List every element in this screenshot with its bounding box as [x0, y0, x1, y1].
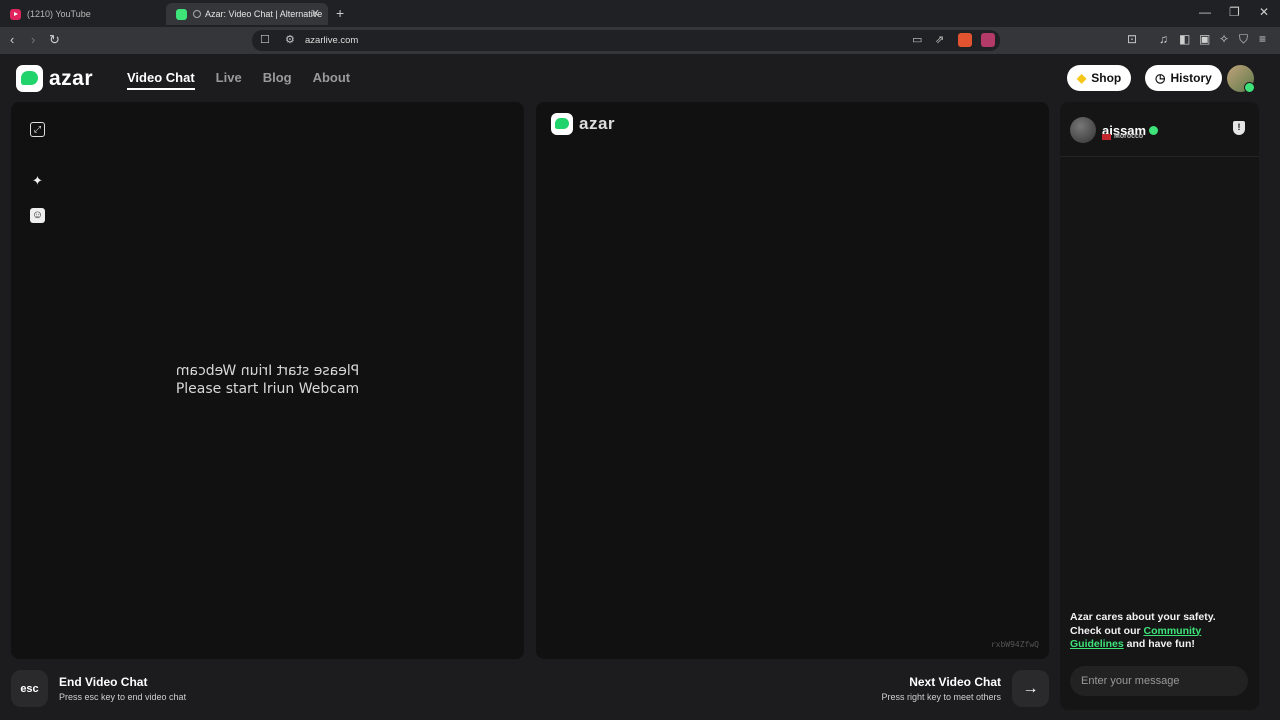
- end-chat-control[interactable]: esc End Video Chat Press esc key to end …: [11, 670, 186, 707]
- next-chat-hint: Press right key to meet others: [881, 692, 1001, 702]
- peer-avatar: [1070, 117, 1096, 143]
- expand-icon[interactable]: ⤢: [30, 122, 45, 137]
- end-chat-title: End Video Chat: [59, 675, 148, 689]
- tab-title: Azar: Video Chat | Alternative: [205, 9, 323, 19]
- effects-sparkle-icon[interactable]: ✦: [30, 173, 45, 188]
- gem-icon: ◆: [1077, 71, 1087, 85]
- peer-country-text: Morocco: [1114, 133, 1144, 140]
- rewards-icon[interactable]: [981, 33, 995, 47]
- peer-video-panel: azar rxbW94ZfwQ: [536, 102, 1049, 659]
- nav-live[interactable]: Live: [216, 70, 242, 85]
- url-text: azarlive.com: [305, 35, 359, 46]
- close-window-icon[interactable]: ✕: [1259, 5, 1269, 19]
- verified-badge-icon: [1149, 125, 1159, 135]
- chat-panel: aissam Morocco ! Azar cares about your s…: [1060, 102, 1259, 710]
- report-shield-icon[interactable]: !: [1233, 121, 1245, 135]
- browser-tabbar: (1210) YouTube Azar: Video Chat | Altern…: [0, 0, 1280, 27]
- youtube-favicon-icon: [10, 8, 21, 20]
- next-chat-control[interactable]: Next Video Chat Press right key to meet …: [860, 670, 1049, 707]
- webcam-message-text: Please start Iriun Webcam: [175, 381, 360, 397]
- wallet-icon[interactable]: ▣: [1199, 32, 1210, 46]
- face-filter-icon[interactable]: ☺: [30, 208, 45, 223]
- user-avatar[interactable]: [1227, 65, 1255, 93]
- azar-logo-icon: [16, 65, 43, 92]
- webcam-message-mirrored: Please start Iriun Webcam: [175, 363, 360, 379]
- forward-icon[interactable]: ›: [31, 32, 35, 47]
- clock-icon: ◷: [1155, 71, 1166, 85]
- cast-icon[interactable]: ▭: [912, 33, 922, 46]
- self-video-panel: ⤢ ✦ ☺ Please start Iriun Webcam Please s…: [11, 102, 524, 659]
- restore-icon[interactable]: ❐: [1229, 5, 1240, 19]
- safety-notice: Azar cares about your safety. Check out …: [1070, 611, 1250, 652]
- azar-logo-icon: [551, 113, 573, 135]
- tab-youtube[interactable]: (1210) YouTube: [0, 3, 166, 25]
- history-label: History: [1170, 71, 1212, 85]
- shop-label: Shop: [1091, 71, 1122, 85]
- close-tab-icon[interactable]: ✕: [311, 7, 320, 20]
- history-button[interactable]: ◷ History: [1145, 65, 1222, 91]
- screenshot-icon[interactable]: ⊡: [1127, 32, 1137, 46]
- browser-toolbar: ‹ › ↻ ☐ ⚙ azarlive.com ▭ ⇗ ⊡ ♫ ◧ ▣ ✧ ⛉ ≡: [0, 27, 1280, 54]
- tab-azar[interactable]: Azar: Video Chat | Alternative ✕: [166, 3, 328, 25]
- reload-icon[interactable]: ↻: [49, 32, 60, 48]
- leo-ai-icon[interactable]: ✧: [1219, 32, 1229, 46]
- bookmark-icon[interactable]: ☐: [260, 33, 270, 46]
- nav-video-chat[interactable]: Video Chat: [127, 70, 195, 90]
- safety-text-2: and have fun!: [1123, 638, 1195, 650]
- back-icon[interactable]: ‹: [10, 32, 14, 47]
- next-chat-title: Next Video Chat: [909, 675, 1001, 689]
- brave-shield-icon[interactable]: [958, 33, 972, 47]
- message-input[interactable]: [1070, 666, 1248, 696]
- sidebar-icon[interactable]: ◧: [1179, 32, 1190, 46]
- vpn-shield-icon[interactable]: ⛉: [1239, 32, 1248, 47]
- main-nav: Video Chat Live Blog About: [127, 70, 351, 90]
- menu-icon[interactable]: ≡: [1259, 32, 1266, 46]
- webcam-message: Please start Iriun Webcam Please start I…: [11, 362, 524, 398]
- divider: [1060, 156, 1259, 157]
- azar-watermark: azar: [551, 113, 615, 135]
- recording-indicator-icon: [193, 10, 201, 18]
- peer-country: Morocco: [1102, 133, 1143, 140]
- shop-button[interactable]: ◆ Shop: [1067, 65, 1132, 91]
- share-icon[interactable]: ⇗: [935, 33, 944, 46]
- azar-favicon-icon: [176, 8, 187, 20]
- media-icon[interactable]: ♫: [1159, 32, 1168, 46]
- minimize-icon[interactable]: —: [1199, 5, 1211, 19]
- azar-logo[interactable]: azar: [16, 65, 93, 92]
- next-arrow-icon[interactable]: →: [1012, 670, 1049, 707]
- nav-blog[interactable]: Blog: [263, 70, 292, 85]
- end-chat-hint: Press esc key to end video chat: [59, 692, 187, 702]
- logo-text: azar: [49, 66, 94, 90]
- watermark-text: azar: [579, 114, 616, 133]
- nav-about[interactable]: About: [313, 70, 351, 85]
- new-tab-icon[interactable]: +: [336, 5, 344, 21]
- page: azar Video Chat Live Blog About ◆ Shop ◷…: [0, 54, 1280, 720]
- session-id: rxbW94ZfwQ: [990, 640, 1039, 649]
- esc-key-button[interactable]: esc: [11, 670, 48, 707]
- morocco-flag-icon: [1102, 133, 1111, 140]
- address-bar[interactable]: ☐ ⚙ azarlive.com ▭ ⇗: [252, 30, 1000, 51]
- site-info-icon[interactable]: ⚙: [285, 33, 295, 46]
- tab-title: (1210) YouTube: [27, 9, 91, 19]
